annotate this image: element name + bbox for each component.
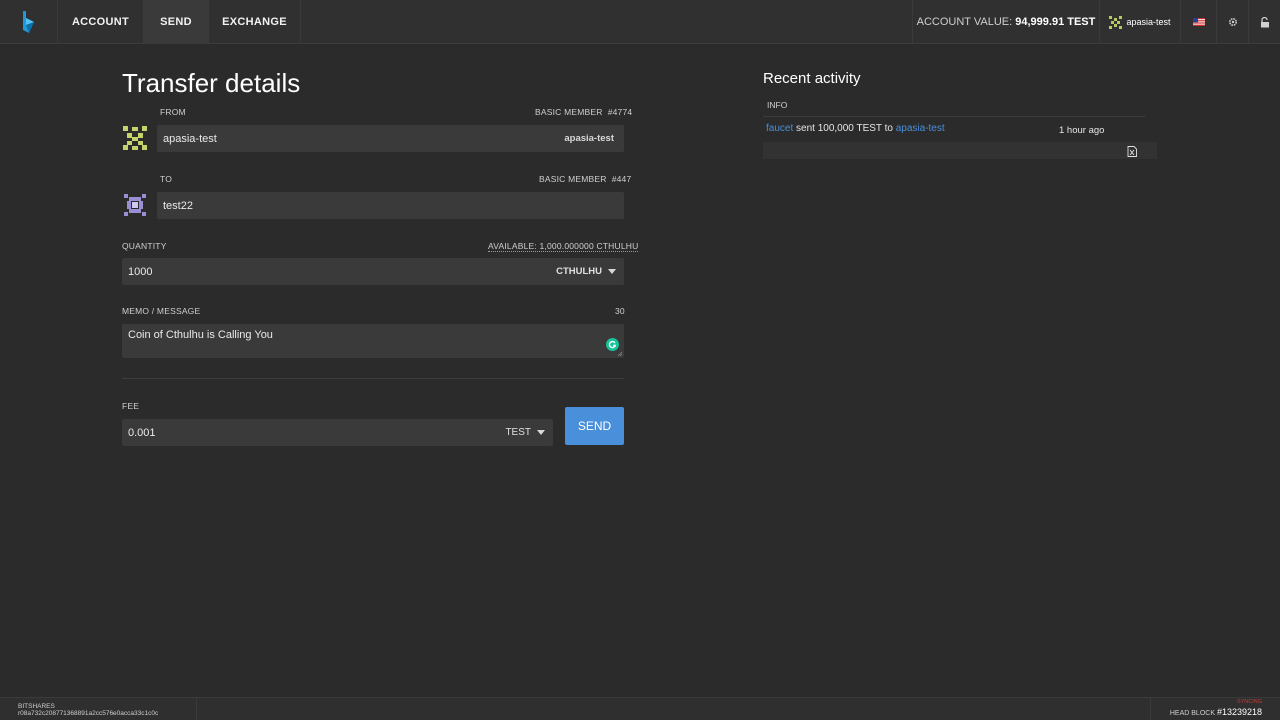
memo-label: MEMO / MESSAGE xyxy=(122,306,201,316)
head-block-info: SYNCING HEAD BLOCK #13239218 xyxy=(1150,698,1280,720)
account-value-amount: 94,999.91 TEST xyxy=(1015,16,1096,28)
activity-time[interactable]: 1 hour ago xyxy=(1059,125,1104,136)
activity-to-link[interactable]: apasia-test xyxy=(896,123,945,134)
from-account-tag: apasia-test xyxy=(564,133,614,144)
from-account-value: apasia-test xyxy=(163,132,217,145)
from-member-info: BASIC MEMBER #4774 xyxy=(535,107,632,117)
settings-button[interactable] xyxy=(1216,0,1248,44)
top-bar: ACCOUNT SEND EXCHANGE ACCOUNT VALUE: 94,… xyxy=(0,0,1280,44)
footer-bar: BITSHARES r08a732c208771368891a2cc576e0a… xyxy=(0,697,1280,720)
from-account-field[interactable]: apasia-test apasia-test xyxy=(157,125,624,152)
from-label: FROM xyxy=(160,107,186,117)
activity-row: faucet sent 100,000 TEST to apasia-test xyxy=(766,123,945,134)
to-avatar-icon xyxy=(122,192,148,218)
fee-asset-label: TEST xyxy=(505,427,531,438)
recent-activity-title: Recent activity xyxy=(763,70,861,87)
account-name: apasia-test xyxy=(1126,17,1171,27)
bitshares-logo[interactable] xyxy=(0,0,58,44)
to-member-number: #447 xyxy=(611,174,632,184)
quantity-value: 1000 xyxy=(128,265,153,278)
chevron-down-icon xyxy=(537,430,545,435)
to-account-value: test22 xyxy=(163,199,193,212)
chevron-down-icon xyxy=(608,269,616,274)
unlock-icon xyxy=(1260,16,1269,27)
head-block-number: #13239218 xyxy=(1216,707,1262,717)
from-member-number: #4774 xyxy=(607,107,633,117)
gear-icon xyxy=(1228,17,1237,27)
quantity-input[interactable]: 1000 CTHULHU xyxy=(122,258,624,285)
fee-asset-select[interactable]: TEST xyxy=(505,419,545,446)
head-block-label: HEAD BLOCK #13239218 xyxy=(1170,707,1262,717)
head-block-text: HEAD BLOCK xyxy=(1169,710,1215,717)
lock-button[interactable] xyxy=(1248,0,1280,44)
quantity-label: QUANTITY xyxy=(122,241,167,251)
account-menu[interactable]: apasia-test xyxy=(1099,0,1180,44)
send-button[interactable]: SEND xyxy=(565,407,624,445)
from-member-type: BASIC MEMBER xyxy=(535,107,603,117)
language-button[interactable] xyxy=(1180,0,1216,44)
fee-value: 0.001 xyxy=(128,426,156,439)
activity-header-divider xyxy=(763,116,1145,117)
tab-exchange[interactable]: EXCHANGE xyxy=(209,0,301,44)
memo-value: Coin of Cthulhu is Calling You xyxy=(128,329,273,341)
account-value[interactable]: ACCOUNT VALUE: 94,999.91 TEST xyxy=(912,0,1099,44)
from-avatar-icon xyxy=(122,125,148,151)
sync-status: SYNCING xyxy=(1236,699,1262,705)
bitshares-logo-icon xyxy=(22,11,34,33)
memo-char-count: 30 xyxy=(615,306,625,316)
csv-export-icon[interactable] xyxy=(1127,146,1137,157)
account-identicon-icon xyxy=(1109,15,1123,29)
memo-textarea[interactable]: Coin of Cthulhu is Calling You xyxy=(122,324,624,358)
page-title: Transfer details xyxy=(122,68,301,98)
activity-footer xyxy=(763,142,1157,159)
quantity-asset-select[interactable]: CTHULHU xyxy=(556,258,616,285)
fee-input[interactable]: 0.001 TEST xyxy=(122,419,553,446)
quantity-asset-label: CTHULHU xyxy=(556,266,602,277)
to-member-type: BASIC MEMBER xyxy=(539,174,607,184)
activity-from-link[interactable]: faucet xyxy=(766,123,793,134)
activity-action: sent 100,000 TEST to xyxy=(796,123,893,134)
to-member-info: BASIC MEMBER #447 xyxy=(539,174,631,184)
grammarly-icon[interactable] xyxy=(606,338,619,351)
activity-column-info: INFO xyxy=(767,100,788,110)
to-account-input[interactable]: test22 xyxy=(157,192,624,219)
version-info[interactable]: BITSHARES r08a732c208771368891a2cc576e0a… xyxy=(0,698,197,720)
tab-send[interactable]: SEND xyxy=(144,0,209,44)
available-balance[interactable]: AVAILABLE: 1,000.000000 CTHULHU xyxy=(488,241,639,252)
resize-handle-icon[interactable] xyxy=(617,351,623,357)
tab-account[interactable]: ACCOUNT xyxy=(58,0,144,44)
fee-label: FEE xyxy=(122,401,140,411)
account-value-label: ACCOUNT VALUE: xyxy=(916,16,1013,28)
to-label: TO xyxy=(160,174,173,184)
us-flag-icon xyxy=(1192,18,1205,26)
form-divider xyxy=(122,378,624,379)
